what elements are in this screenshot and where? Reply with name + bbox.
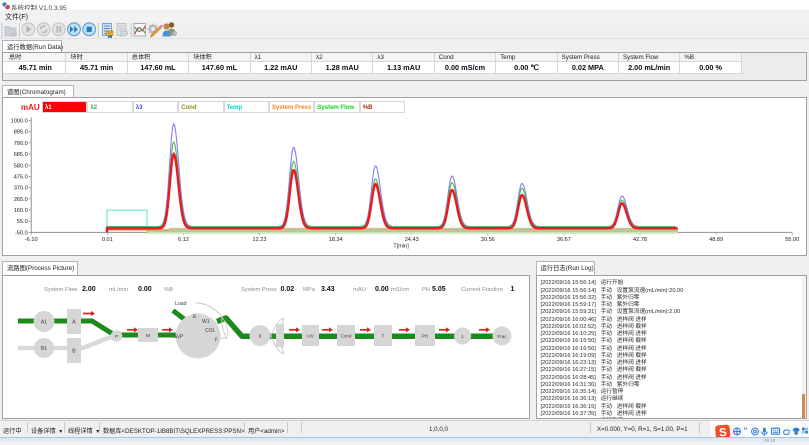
svg-text:W1: W1 bbox=[202, 319, 210, 325]
svg-text:685.0: 685.0 bbox=[14, 152, 28, 158]
svg-text:”: ” bbox=[744, 426, 748, 435]
svg-text:1000.0: 1000.0 bbox=[11, 119, 28, 125]
svg-text:1: 1 bbox=[461, 333, 464, 339]
svg-text:T[min]: T[min] bbox=[393, 244, 409, 250]
svg-text:6.12: 6.12 bbox=[178, 237, 189, 243]
svg-text:A: A bbox=[72, 319, 76, 325]
svg-text:24.43: 24.43 bbox=[405, 237, 419, 243]
svg-text:SyP: SyP bbox=[174, 334, 184, 340]
svg-text:55.00: 55.00 bbox=[785, 237, 799, 243]
svg-text:12.23: 12.23 bbox=[253, 237, 267, 243]
svg-text:0.01: 0.01 bbox=[102, 237, 113, 243]
svg-text:-6.10: -6.10 bbox=[25, 237, 38, 243]
svg-text:UV: UV bbox=[307, 333, 314, 339]
svg-text:265.0: 265.0 bbox=[14, 197, 28, 203]
svg-text:580.0: 580.0 bbox=[14, 163, 28, 169]
svg-text:48.89: 48.89 bbox=[709, 237, 723, 243]
svg-text:P: P bbox=[115, 333, 118, 338]
svg-text:790.0: 790.0 bbox=[14, 141, 28, 147]
svg-text:T: T bbox=[382, 333, 385, 339]
svg-text:895.0: 895.0 bbox=[14, 130, 28, 136]
svg-text:Load: Load bbox=[175, 301, 187, 307]
svg-text:30.56: 30.56 bbox=[481, 237, 495, 243]
svg-text:M: M bbox=[146, 332, 150, 338]
svg-text:160.0: 160.0 bbox=[14, 208, 28, 214]
svg-text:42.78: 42.78 bbox=[633, 237, 647, 243]
svg-text:B: B bbox=[72, 348, 76, 354]
svg-text:F: F bbox=[215, 337, 218, 343]
svg-text:Cond: Cond bbox=[341, 333, 352, 338]
svg-text:Frac: Frac bbox=[497, 333, 507, 338]
svg-text:-50.0: -50.0 bbox=[15, 230, 28, 236]
svg-text:PH: PH bbox=[422, 333, 429, 339]
svg-text:55.0: 55.0 bbox=[17, 219, 28, 225]
svg-text:475.0: 475.0 bbox=[14, 175, 28, 181]
svg-text:COL: COL bbox=[205, 328, 216, 334]
svg-text:6: 6 bbox=[259, 333, 262, 339]
svg-text:B1: B1 bbox=[41, 345, 47, 351]
svg-text:A1: A1 bbox=[41, 319, 47, 325]
svg-text:370.0: 370.0 bbox=[14, 186, 28, 192]
svg-text:36.67: 36.67 bbox=[557, 237, 571, 243]
svg-text:18.34: 18.34 bbox=[329, 237, 343, 243]
